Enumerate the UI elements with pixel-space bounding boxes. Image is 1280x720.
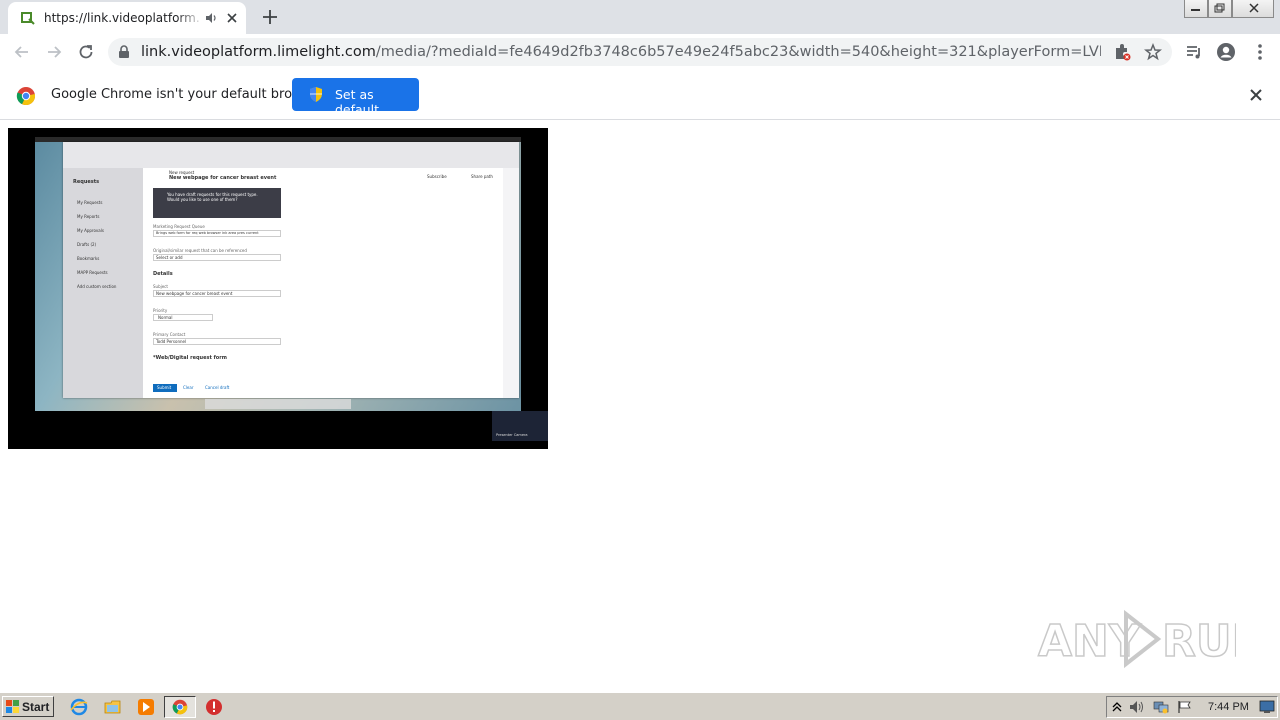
limelight-favicon-icon xyxy=(21,12,35,25)
tab-strip: https://link.videoplatform.limelight.com… xyxy=(0,0,1280,34)
media-control-icon[interactable] xyxy=(1184,42,1204,62)
video-frame-browser-window: Requests My Requests My Reports My Appro… xyxy=(63,142,519,398)
file-explorer-icon[interactable] xyxy=(104,698,122,716)
action-center-flag-icon[interactable] xyxy=(1177,700,1193,714)
video-frame-desktop: Requests My Requests My Reports My Appro… xyxy=(35,137,521,411)
video-player[interactable]: Requests My Requests My Reports My Appro… xyxy=(8,128,548,449)
infobar-message: Google Chrome isn't your default browser xyxy=(51,87,323,102)
volume-icon[interactable] xyxy=(1129,700,1145,714)
restore-button[interactable] xyxy=(1208,0,1232,18)
close-icon xyxy=(1249,3,1259,13)
video-frame-request-form: New request New webpage for cancer breas… xyxy=(143,168,503,398)
network-icon[interactable] xyxy=(1153,700,1169,714)
minimize-icon xyxy=(1191,9,1200,11)
lock-icon[interactable] xyxy=(118,45,130,59)
minimize-button[interactable] xyxy=(1184,0,1208,18)
video-page-title: New webpage for cancer breast event xyxy=(169,175,277,181)
reload-icon[interactable] xyxy=(76,42,96,62)
windows-taskbar: Start 7:44 PM xyxy=(0,692,1280,720)
video-sidebar-title: Requests xyxy=(73,179,100,185)
forward-arrow-icon[interactable] xyxy=(44,42,64,62)
blocked-extension-icon[interactable] xyxy=(1113,43,1131,61)
back-arrow-icon[interactable] xyxy=(12,42,32,62)
windows-logo-icon xyxy=(6,700,19,713)
presenter-thumbnail: Presenter Camera xyxy=(492,411,548,441)
uac-shield-icon xyxy=(310,87,322,102)
profile-avatar-icon[interactable] xyxy=(1216,42,1236,62)
browser-toolbar: link.videoplatform.limelight.com/media/?… xyxy=(0,34,1280,70)
stop-sign-icon[interactable] xyxy=(205,698,223,716)
show-hidden-icons-icon[interactable] xyxy=(1111,700,1123,714)
show-desktop-icon[interactable] xyxy=(1259,700,1275,714)
bookmark-star-icon[interactable] xyxy=(1144,43,1162,61)
system-tray: 7:44 PM xyxy=(1106,696,1278,718)
restore-icon xyxy=(1214,3,1225,13)
tab-close-icon[interactable] xyxy=(224,10,240,26)
speaker-icon[interactable] xyxy=(204,11,218,25)
new-tab-icon[interactable] xyxy=(260,7,280,27)
address-bar[interactable]: link.videoplatform.limelight.com/media/?… xyxy=(108,38,1172,66)
close-window-button[interactable] xyxy=(1232,0,1274,18)
svg-text:RUN: RUN xyxy=(1162,616,1236,667)
video-frame-dock xyxy=(205,399,351,409)
video-frame-sidebar: Requests My Requests My Reports My Appro… xyxy=(63,168,143,398)
start-button[interactable]: Start xyxy=(2,696,54,717)
url-path: /media/?mediaId=fe4649d2fb3748c6b57e49e2… xyxy=(375,44,1101,60)
chrome-logo-icon xyxy=(16,87,36,106)
taskbar-chrome-button[interactable] xyxy=(164,696,196,718)
taskbar-clock[interactable]: 7:44 PM xyxy=(1208,701,1249,713)
chrome-taskbar-icon xyxy=(172,699,188,715)
start-label: Start xyxy=(22,700,50,714)
url-host: link.videoplatform.limelight.com xyxy=(141,44,376,60)
set-as-default-label: Set as default xyxy=(335,87,379,117)
set-as-default-button[interactable]: Set as default xyxy=(292,78,419,117)
internet-explorer-icon[interactable] xyxy=(70,698,88,716)
default-browser-infobar: Google Chrome isn't your default browser… xyxy=(0,70,1280,120)
infobar-close-icon[interactable] xyxy=(1248,87,1264,103)
menu-dots-icon[interactable] xyxy=(1250,42,1270,62)
url-text[interactable]: link.videoplatform.limelight.com/media/?… xyxy=(141,43,1101,61)
browser-tab[interactable]: https://link.videoplatform.limelight.com… xyxy=(8,2,246,34)
anyrun-watermark-logo: ANY RUN xyxy=(1037,609,1236,669)
media-player-icon[interactable] xyxy=(137,698,155,716)
